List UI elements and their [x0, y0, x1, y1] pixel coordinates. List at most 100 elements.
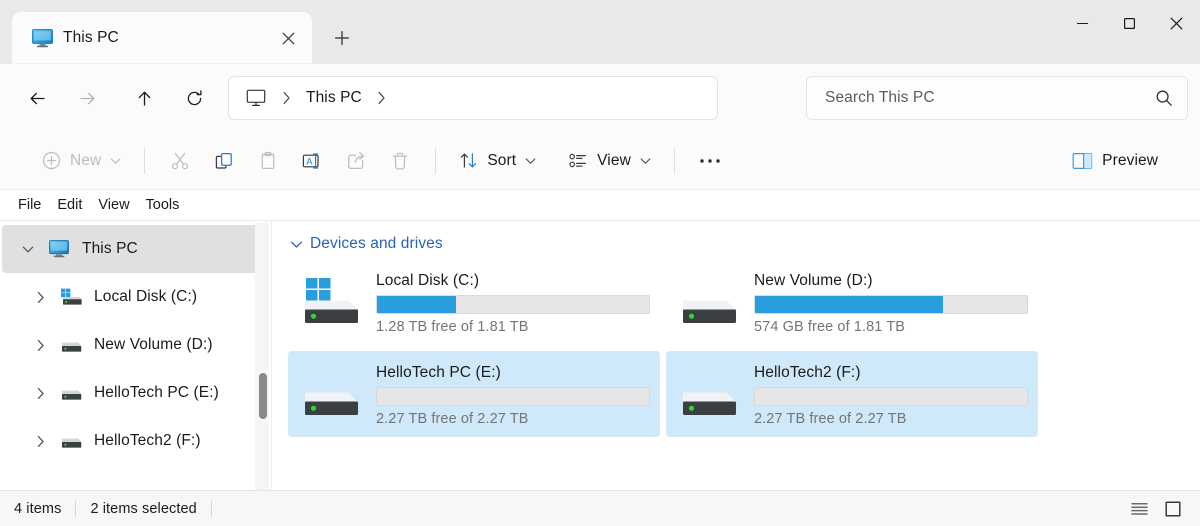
back-button[interactable]	[17, 78, 57, 118]
sidebar-item-label: Local Disk (C:)	[94, 288, 198, 305]
command-separator-3	[673, 147, 675, 174]
drive-name: Local Disk (C:)	[376, 271, 480, 289]
drive-info: HelloTech2 (F:) 2.27 TB free of 2.27 TB	[754, 362, 1028, 427]
sort-icon	[459, 151, 478, 170]
chevron-down-icon[interactable]	[12, 233, 44, 265]
chevron-down-icon	[525, 157, 536, 165]
new-button-label: New	[70, 151, 102, 169]
sidebar-scrollbar-thumb[interactable]	[259, 373, 267, 419]
drive-info: HelloTech PC (E:) 2.27 TB free of 2.27 T…	[376, 362, 650, 427]
drive-icon	[678, 276, 742, 328]
file-explorer-window: This PC This PC Search This PC New A Sor…	[0, 0, 1200, 526]
search-box[interactable]	[806, 76, 1188, 120]
view-icon	[568, 151, 588, 170]
minimize-button[interactable]	[1059, 0, 1106, 46]
drive-tile-new-volume-d[interactable]: New Volume (D:) 574 GB free of 1.81 TB	[666, 259, 1038, 345]
large-icons-icon	[1165, 500, 1181, 517]
search-input[interactable]	[825, 89, 1155, 107]
forward-button[interactable]	[67, 78, 107, 118]
sidebar-item-local-disk-c[interactable]: Local Disk (C:)	[2, 273, 269, 321]
sort-button-label: Sort	[487, 151, 517, 169]
drive-tile-hellotech-pc-e[interactable]: HelloTech PC (E:) 2.27 TB free of 2.27 T…	[288, 351, 660, 437]
refresh-button[interactable]	[174, 78, 214, 118]
more-options-button[interactable]	[688, 142, 732, 180]
large-icons-view-button[interactable]	[1158, 496, 1188, 522]
close-button[interactable]	[1153, 0, 1200, 46]
file-list-pane: Devices and drives Local Disk (C:) 1.28 …	[272, 221, 1200, 490]
devices-and-drives-group-header[interactable]: Devices and drives	[288, 235, 1200, 253]
drive-icon	[56, 336, 86, 354]
clipboard-icon	[258, 151, 278, 171]
maximize-button[interactable]	[1106, 0, 1153, 46]
view-button-label: View	[597, 151, 631, 169]
tab-close-icon[interactable]	[272, 22, 304, 54]
monitor-icon	[44, 240, 74, 258]
trash-icon	[390, 151, 410, 171]
command-bar: New A Sort View Preview	[0, 132, 1200, 190]
sidebar-item-label: HelloTech2 (F:)	[94, 432, 201, 449]
tab-this-pc[interactable]: This PC	[12, 12, 312, 64]
titlebar: This PC	[0, 0, 1200, 64]
sidebar-scrollbar-track[interactable]	[255, 223, 269, 490]
chevron-right-icon[interactable]	[24, 329, 56, 361]
chevron-down-icon	[110, 157, 121, 165]
selection-count: 2 items selected	[90, 500, 197, 517]
copy-icon	[214, 151, 234, 171]
breadcrumb-separator-icon	[273, 91, 300, 105]
share-button[interactable]	[334, 142, 378, 180]
windows-drive-icon	[56, 288, 86, 306]
sidebar-item-label: This PC	[82, 240, 138, 257]
status-divider-2	[210, 500, 212, 517]
search-icon[interactable]	[1155, 89, 1173, 107]
chevron-down-icon[interactable]	[290, 240, 303, 249]
copy-button[interactable]	[202, 142, 246, 180]
breadcrumb-chevron-icon[interactable]	[368, 91, 395, 105]
sidebar-item-label: HelloTech PC (E:)	[94, 384, 219, 401]
share-icon	[346, 151, 366, 171]
ellipsis-icon	[699, 158, 721, 164]
drive-usage-bar	[754, 386, 1028, 406]
drive-name: HelloTech PC (E:)	[376, 363, 501, 381]
drive-tiles: Local Disk (C:) 1.28 TB free of 1.81 TB	[288, 259, 1200, 443]
drive-usage-fill	[755, 295, 943, 313]
drive-free-space: 1.28 TB free of 1.81 TB	[376, 318, 529, 335]
rename-button[interactable]: A	[290, 142, 334, 180]
rename-icon: A	[301, 151, 323, 171]
menu-edit[interactable]: Edit	[49, 194, 90, 216]
sidebar-item-hellotech-pc-e[interactable]: HelloTech PC (E:)	[2, 369, 269, 417]
details-view-button[interactable]	[1124, 496, 1154, 522]
status-divider	[75, 500, 77, 517]
command-separator	[144, 147, 146, 174]
new-tab-button[interactable]	[326, 22, 358, 54]
menu-tools[interactable]: Tools	[138, 194, 188, 216]
menu-view[interactable]: View	[90, 194, 137, 216]
cut-button[interactable]	[158, 142, 202, 180]
chevron-down-icon	[640, 157, 651, 165]
chevron-right-icon[interactable]	[24, 281, 56, 313]
breadcrumb[interactable]: This PC	[228, 76, 718, 120]
up-button[interactable]	[124, 78, 164, 118]
paste-button[interactable]	[246, 142, 290, 180]
delete-button[interactable]	[378, 142, 422, 180]
sidebar-item-this-pc[interactable]: This PC	[2, 225, 269, 273]
breadcrumb-path[interactable]: This PC	[302, 89, 366, 107]
new-button[interactable]: New	[32, 142, 131, 180]
drive-icon	[56, 432, 86, 450]
command-separator-2	[435, 147, 437, 174]
view-button[interactable]: View	[558, 142, 661, 180]
navigation-pane: This PC Local Disk (C:) New Volume (D:) …	[0, 221, 271, 490]
sidebar-item-hellotech2-f[interactable]: HelloTech2 (F:)	[2, 417, 269, 465]
chevron-right-icon[interactable]	[24, 377, 56, 409]
drive-info: New Volume (D:) 574 GB free of 1.81 TB	[754, 270, 1028, 335]
details-list-icon	[1130, 502, 1148, 516]
drive-usage-bar	[754, 294, 1028, 314]
chevron-right-icon[interactable]	[24, 425, 56, 457]
preview-button[interactable]: Preview	[1062, 142, 1168, 180]
sidebar-item-new-volume-d[interactable]: New Volume (D:)	[2, 321, 269, 369]
menu-file[interactable]: File	[10, 194, 49, 216]
this-pc-icon[interactable]	[241, 83, 271, 113]
drive-name: HelloTech2 (F:)	[754, 363, 861, 381]
sort-button[interactable]: Sort	[449, 142, 546, 180]
drive-tile-hellotech2-f[interactable]: HelloTech2 (F:) 2.27 TB free of 2.27 TB	[666, 351, 1038, 437]
drive-tile-local-disk-c[interactable]: Local Disk (C:) 1.28 TB free of 1.81 TB	[288, 259, 660, 345]
